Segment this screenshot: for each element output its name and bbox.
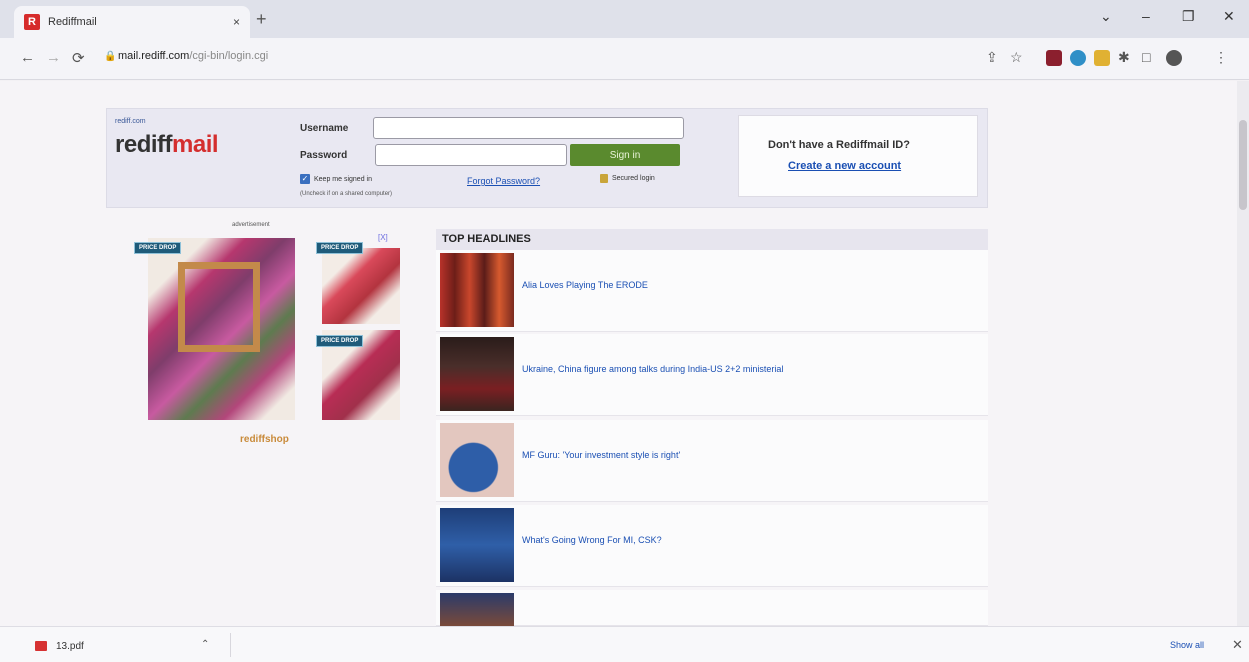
rediff-com-logo[interactable]: rediff.com: [115, 118, 146, 125]
secured-login-label: Secured login: [612, 175, 655, 182]
headline-link[interactable]: Ukraine, China figure among talks during…: [522, 364, 783, 374]
padlock-icon: [600, 174, 608, 183]
price-drop-badge: PRICE DROP: [316, 335, 364, 347]
pdf-file-icon: [35, 641, 47, 651]
headline-item[interactable]: What's Going Wrong For MI, CSK?: [436, 505, 988, 587]
rediffmail-logo[interactable]: rediffmail: [115, 131, 219, 159]
forward-button[interactable]: →: [46, 49, 61, 66]
ad-close-button[interactable]: [X]: [378, 233, 388, 242]
headline-thumbnail[interactable]: [440, 508, 514, 582]
advertisement-label: advertisement: [232, 222, 270, 228]
price-drop-badge: PRICE DROP: [316, 242, 364, 254]
extension-blue-icon[interactable]: [1070, 50, 1086, 66]
username-input[interactable]: [373, 117, 684, 139]
ad-product-image-side-1[interactable]: [322, 248, 400, 324]
show-all-downloads-button[interactable]: Show all: [1170, 640, 1204, 650]
tab-search-icon[interactable]: ⌄: [1100, 8, 1112, 25]
headline-thumbnail[interactable]: [440, 593, 514, 626]
profile-icon[interactable]: [1166, 50, 1182, 66]
logo-part-mail: mail: [172, 131, 219, 158]
sign-in-button[interactable]: Sign in: [570, 144, 680, 166]
headline-link[interactable]: MF Guru: 'Your investment style is right…: [522, 450, 680, 460]
address-bar[interactable]: mail.rediff.com/cgi-bin/login.cgi: [118, 50, 268, 62]
headline-thumbnail[interactable]: [440, 423, 514, 497]
download-options-icon[interactable]: ⌃: [201, 639, 209, 650]
tab-close-icon[interactable]: ×: [233, 15, 240, 29]
star-icon[interactable]: ☆: [1010, 49, 1023, 66]
puzzle-icon[interactable]: ✱: [1118, 49, 1130, 66]
tab-title: Rediffmail: [48, 16, 97, 28]
sidebar-icon[interactable]: □: [1142, 49, 1150, 65]
headline-link[interactable]: Alia Loves Playing The ERODE: [522, 280, 648, 290]
ad-frame-graphic: [178, 262, 260, 352]
url-host: mail.rediff.com: [118, 50, 190, 62]
downloads-bar: 13.pdf ⌃ Show all ✕: [0, 626, 1249, 662]
menu-icon[interactable]: ⋮: [1214, 49, 1228, 66]
close-window-button[interactable]: ✕: [1223, 8, 1235, 25]
downloads-divider: [230, 633, 231, 657]
username-label: Username: [300, 123, 349, 134]
minimize-button[interactable]: –: [1142, 8, 1150, 24]
forgot-password-link[interactable]: Forgot Password?: [467, 176, 540, 186]
headline-thumbnail[interactable]: [440, 337, 514, 411]
headline-link[interactable]: What's Going Wrong For MI, CSK?: [522, 535, 662, 545]
price-drop-badge: PRICE DROP: [134, 242, 182, 254]
headline-item[interactable]: Ukraine, China figure among talks during…: [436, 334, 988, 416]
create-account-link[interactable]: Create a new account: [788, 160, 901, 172]
password-input[interactable]: [375, 144, 567, 166]
browser-toolbar: ← → ⟳ 🔒 mail.rediff.com/cgi-bin/login.cg…: [0, 38, 1249, 80]
headlines-title: TOP HEADLINES: [442, 233, 531, 245]
url-path: /cgi-bin/login.cgi: [189, 50, 269, 62]
password-label: Password: [300, 150, 348, 161]
new-tab-button[interactable]: +: [256, 9, 267, 30]
lock-icon[interactable]: 🔒: [104, 51, 116, 62]
keep-signed-in-checkbox[interactable]: ✓ Keep me signed in: [300, 174, 372, 184]
keep-signed-in-note: (Uncheck if on a shared computer): [300, 191, 393, 197]
extension-red-icon[interactable]: [1046, 50, 1062, 66]
signup-box: [738, 115, 978, 197]
restore-button[interactable]: ❐: [1182, 8, 1195, 25]
headline-item[interactable]: Alia Loves Playing The ERODE: [436, 250, 988, 332]
share-icon[interactable]: ⇪: [986, 49, 998, 66]
back-button[interactable]: ←: [20, 49, 35, 66]
download-file-name[interactable]: 13.pdf: [56, 641, 84, 652]
rediffshop-logo[interactable]: rediffshop: [240, 434, 289, 445]
headline-item[interactable]: MF Guru: 'Your investment style is right…: [436, 420, 988, 502]
tab-strip: R Rediffmail × + ⌄ – ❐ ✕: [0, 0, 1249, 38]
headline-thumbnail[interactable]: [440, 253, 514, 327]
secured-login-link[interactable]: Secured login: [600, 174, 655, 183]
close-downloads-bar-icon[interactable]: ✕: [1232, 637, 1243, 653]
logo-part-rediff: rediff: [115, 131, 173, 158]
browser-tab[interactable]: R Rediffmail ×: [14, 6, 250, 38]
reload-button[interactable]: ⟳: [72, 49, 85, 67]
keep-signed-in-label: Keep me signed in: [314, 175, 372, 183]
headline-item[interactable]: [436, 590, 988, 626]
extension-yellow-icon[interactable]: [1094, 50, 1110, 66]
signup-question: Don't have a Rediffmail ID?: [768, 139, 910, 151]
rediff-favicon-icon: R: [24, 14, 40, 30]
scrollbar-thumb[interactable]: [1239, 120, 1247, 210]
checkbox-checked-icon: ✓: [300, 174, 310, 184]
